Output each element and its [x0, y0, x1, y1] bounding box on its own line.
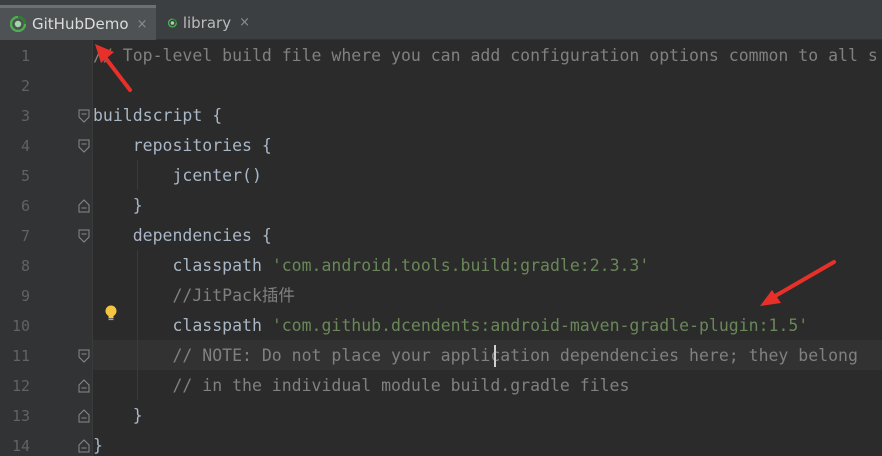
fold-open-icon[interactable] [78, 229, 90, 243]
code-line-12: // in the individual module build.gradle… [93, 376, 630, 395]
fold-close-icon[interactable] [78, 409, 90, 423]
code-line-14: } [93, 436, 103, 455]
android-studio-project-icon [10, 16, 26, 32]
line-number: 10 [11, 317, 30, 335]
fold-open-icon[interactable] [78, 139, 90, 153]
tab-label: GitHubDemo [32, 15, 129, 33]
editor-tab-bar: GitHubDemo × library × [0, 0, 882, 40]
line-number: 8 [20, 257, 30, 275]
line-number: 5 [20, 167, 30, 185]
text-caret [494, 345, 496, 367]
code-line-6: } [93, 196, 143, 215]
code-line-1: // Top-level build file where you can ad… [93, 46, 878, 65]
tab-library[interactable]: library × [158, 5, 258, 40]
code-string: 'com.github.dcendents:android-maven-grad… [271, 316, 809, 335]
code-line-9: //JitPack插件 [93, 286, 295, 305]
code-keyword: classpath [93, 256, 272, 275]
android-studio-module-icon [168, 17, 177, 28]
line-number: 3 [20, 107, 30, 125]
code-keyword: classpath [93, 316, 272, 335]
line-number: 14 [11, 437, 30, 455]
editor-window: GitHubDemo × library × 1 2 3 4 5 6 7 8 9… [0, 0, 882, 456]
line-number: 12 [11, 377, 30, 395]
editor-gutter[interactable]: 1 2 3 4 5 6 7 8 9 10 11 12 13 14 [0, 40, 92, 456]
line-number: 9 [20, 287, 30, 305]
fold-close-icon[interactable] [78, 379, 90, 393]
line-number: 7 [20, 227, 30, 245]
tab-close-icon[interactable]: × [137, 17, 148, 32]
fold-close-icon[interactable] [78, 199, 90, 213]
line-number: 11 [11, 347, 30, 365]
code-line-13: } [93, 406, 143, 425]
code-line-11: // NOTE: Do not place your application d… [93, 346, 858, 365]
code-line-8: classpath 'com.android.tools.build:gradl… [93, 251, 649, 281]
fold-open-icon[interactable] [78, 109, 90, 123]
code-line-4: repositories { [93, 136, 272, 155]
tab-close-icon[interactable]: × [239, 15, 250, 30]
line-number: 1 [20, 47, 30, 65]
code-line-3: buildscript { [93, 106, 223, 125]
fold-close-icon[interactable] [78, 439, 90, 453]
line-number: 6 [20, 197, 30, 215]
code-string: 'com.android.tools.build:gradle:2.3.3' [271, 256, 650, 275]
line-number: 2 [20, 77, 30, 95]
tab-label: library [182, 13, 232, 32]
tab-githubdemo[interactable]: GitHubDemo × [0, 5, 156, 40]
code-line-10: classpath 'com.github.dcendents:android-… [93, 311, 808, 341]
line-number: 4 [20, 137, 30, 155]
line-number: 13 [11, 407, 30, 425]
code-editor[interactable]: // Top-level build file where you can ad… [93, 40, 882, 456]
code-line-7: dependencies { [93, 226, 272, 245]
code-line-5: jcenter() [93, 166, 262, 185]
fold-open-icon[interactable] [78, 349, 90, 363]
